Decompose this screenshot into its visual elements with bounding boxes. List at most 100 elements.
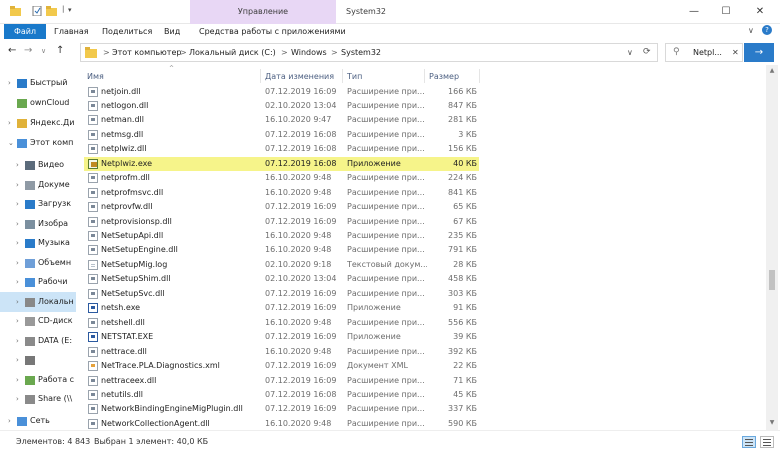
file-row[interactable]: netprofm.dll 16.10.2020 9:48 Расширение пр… (84, 171, 479, 185)
file-row[interactable]: NetworkBindingEngineMigPlugin.dll 07.12.2… (84, 402, 479, 416)
file-row[interactable]: nettraceex.dll 07.12.2019 16:09 Расширение… (84, 374, 479, 388)
back-button[interactable]: ← (8, 45, 16, 56)
column-header-type[interactable]: Тип (347, 68, 362, 85)
file-row[interactable]: netprofmsvc.dll 16.10.2020 9:48 Расширение… (84, 186, 479, 200)
nav-item[interactable]: › Рабочи (0, 272, 76, 292)
minimize-button[interactable]: — (680, 0, 708, 24)
nav-item[interactable]: ownCloud (0, 93, 76, 113)
scrollbar-thumb[interactable] (769, 270, 775, 290)
file-row[interactable]: NetSetupShim.dll 02.10.2020 13:04 Расширен… (84, 272, 479, 286)
file-row[interactable]: Netplwiz.exe 07.12.2019 16:08 Приложение 40… (84, 156, 479, 172)
nav-item[interactable]: › Работа с (0, 370, 76, 390)
search-go-button[interactable]: → (744, 43, 774, 62)
file-row[interactable]: NetSetupMig.log 02.10.2020 9:18 Текстовый … (84, 258, 479, 272)
details-view-button[interactable] (742, 436, 756, 448)
close-button[interactable]: ✕ (746, 0, 774, 24)
column-header-date[interactable]: Дата изменения (265, 68, 334, 85)
nav-item[interactable]: › Музыка (0, 233, 76, 253)
expand-chevron-icon[interactable]: › (8, 113, 11, 133)
nav-item[interactable]: › Быстрый (0, 73, 76, 93)
expand-chevron-icon[interactable]: › (16, 155, 19, 175)
column-divider[interactable] (424, 69, 425, 83)
up-button[interactable]: ↑ (56, 45, 64, 56)
tab-view[interactable]: Вид (164, 24, 180, 39)
search-input[interactable]: Netpl... (693, 44, 722, 61)
file-row[interactable]: NetSetupSvc.dll 07.12.2019 16:09 Расширени… (84, 287, 479, 301)
file-row[interactable]: netsh.exe 07.12.2019 16:09 Приложение 91 КБ (84, 301, 479, 315)
column-divider[interactable] (479, 69, 480, 83)
new-folder-icon[interactable] (46, 6, 57, 16)
expand-chevron-icon[interactable]: › (16, 272, 19, 292)
expand-chevron-icon[interactable]: › (16, 233, 19, 253)
file-row[interactable]: nettrace.dll 16.10.2020 9:48 Расширение пр… (84, 345, 479, 359)
search-clear-button[interactable]: ✕ (732, 44, 739, 61)
expand-chevron-icon[interactable]: › (16, 370, 19, 390)
column-header-name[interactable]: Имя (87, 68, 104, 85)
expand-chevron-icon[interactable]: › (16, 175, 19, 195)
column-header-size[interactable]: Размер (429, 68, 459, 85)
tab-share[interactable]: Поделиться (102, 24, 152, 39)
file-row[interactable]: netjoin.dll 07.12.2019 16:09 Расширение пр… (84, 85, 479, 99)
nav-item[interactable]: › Share (\\ (0, 389, 76, 409)
file-row[interactable]: netman.dll 16.10.2020 9:47 Расширение при.… (84, 113, 479, 127)
ribbon-expand-icon[interactable]: ∨ (748, 26, 754, 35)
refresh-icon[interactable]: ⟳ (643, 44, 651, 61)
nav-item[interactable]: › Объемн (0, 253, 76, 273)
large-icons-view-button[interactable] (760, 436, 774, 448)
nav-item[interactable]: › Яндекс.Ди (0, 113, 76, 133)
nav-item[interactable]: › Докуме (0, 175, 76, 195)
column-divider[interactable] (260, 69, 261, 83)
tab-application-tools[interactable]: Средства работы с приложениями (199, 24, 346, 39)
file-row[interactable]: netprovfw.dll 07.12.2019 16:09 Расширение … (84, 200, 479, 214)
help-icon[interactable]: ? (762, 25, 772, 35)
file-row[interactable]: netlogon.dll 02.10.2020 13:04 Расширение п… (84, 99, 479, 113)
nav-item[interactable]: › DATA (E: (0, 331, 76, 351)
nav-item[interactable]: › Изобра (0, 214, 76, 234)
breadcrumb-local-disk[interactable]: Локальный диск (C:) (189, 44, 276, 61)
expand-chevron-icon[interactable]: › (16, 350, 19, 370)
column-divider[interactable] (342, 69, 343, 83)
tab-home[interactable]: Главная (54, 24, 89, 39)
file-row[interactable]: netplwiz.dll 07.12.2019 16:08 Расширение п… (84, 142, 479, 156)
expand-chevron-icon[interactable]: › (8, 73, 11, 93)
address-dropdown-icon[interactable]: ∨ (627, 44, 633, 61)
qa-customize-icon[interactable]: ▾ (68, 6, 72, 14)
expand-chevron-icon[interactable]: › (16, 253, 19, 273)
file-row[interactable]: NetSetupApi.dll 16.10.2020 9:48 Расширение… (84, 229, 479, 243)
breadcrumb-this-pc[interactable]: Этот компьютер (112, 44, 181, 61)
expand-chevron-icon[interactable]: › (16, 214, 19, 234)
tab-file[interactable]: Файл (4, 24, 46, 39)
breadcrumb-windows[interactable]: Windows (291, 44, 327, 61)
context-tab-group[interactable]: Управление (190, 0, 336, 24)
file-row[interactable]: netutils.dll 07.12.2019 16:08 Расширение п… (84, 388, 479, 402)
file-row[interactable]: netprovisionsp.dll 07.12.2019 16:09 Расшир… (84, 215, 479, 229)
expand-chevron-icon[interactable]: › (16, 331, 19, 351)
file-row[interactable]: NETSTAT.EXE 07.12.2019 16:09 Приложение 39 … (84, 330, 479, 344)
maximize-button[interactable]: ☐ (712, 0, 740, 24)
forward-button[interactable]: → (24, 45, 32, 56)
scroll-up-icon[interactable]: ▲ (766, 65, 778, 77)
nav-item[interactable]: › (0, 350, 76, 370)
expand-chevron-icon[interactable]: › (16, 292, 19, 312)
nav-item[interactable]: ⌄ Этот комп (0, 133, 76, 153)
file-row[interactable]: NetworkCollectionAgent.dll 16.10.2020 9:4… (84, 417, 479, 430)
nav-item[interactable]: › Загрузк (0, 194, 76, 214)
expand-chevron-icon[interactable]: › (8, 411, 11, 430)
address-bar[interactable]: > Этот компьютер > Локальный диск (C:) >… (80, 43, 658, 62)
file-row[interactable]: NetTrace.PLA.Diagnostics.xml 07.12.2019 1… (84, 359, 479, 373)
nav-item[interactable]: › Сеть (0, 411, 76, 430)
nav-item[interactable]: › CD-диск (0, 311, 76, 331)
expand-chevron-icon[interactable]: ⌄ (8, 133, 14, 153)
vertical-scrollbar[interactable]: ▲ ▼ (766, 65, 778, 430)
expand-chevron-icon[interactable]: › (16, 389, 19, 409)
file-row[interactable]: netshell.dll 16.10.2020 9:48 Расширение пр… (84, 316, 479, 330)
nav-item[interactable]: › Локальн (0, 291, 76, 312)
scroll-down-icon[interactable]: ▼ (766, 417, 778, 429)
file-row[interactable]: NetSetupEngine.dll 16.10.2020 9:48 Расшире… (84, 243, 479, 257)
properties-icon[interactable] (32, 6, 43, 16)
recent-locations-button[interactable]: ∨ (41, 47, 46, 55)
search-box[interactable]: ⚲ Netpl... ✕ (665, 43, 743, 62)
breadcrumb-system32[interactable]: System32 (341, 44, 381, 61)
expand-chevron-icon[interactable]: › (16, 311, 19, 331)
expand-chevron-icon[interactable]: › (16, 194, 19, 214)
